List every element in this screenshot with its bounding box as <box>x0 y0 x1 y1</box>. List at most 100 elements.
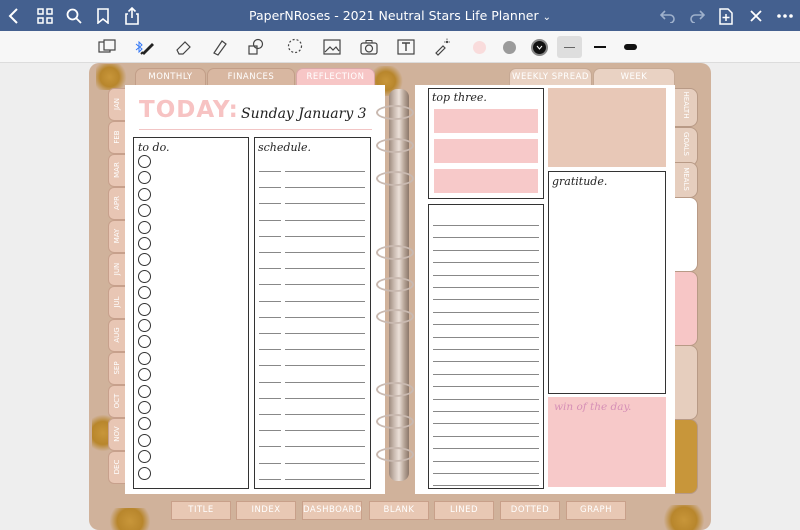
read-mode-icon[interactable] <box>96 36 118 58</box>
schedule-entry-line[interactable] <box>285 284 365 286</box>
todo-checkbox[interactable] <box>138 368 151 382</box>
tab-dashboard[interactable]: DASHBOARD <box>302 501 362 520</box>
schedule-time-line[interactable] <box>259 349 281 351</box>
tab-graph[interactable]: GRAPH <box>566 501 626 520</box>
notes-line[interactable] <box>433 237 539 239</box>
tab-reflection[interactable]: REFLECTION <box>296 68 375 86</box>
tab-title[interactable]: TITLE <box>171 501 231 520</box>
image-icon[interactable] <box>321 36 343 58</box>
tab-weekly-spread[interactable]: WEEKLY SPREAD <box>509 68 592 86</box>
todo-checkbox[interactable] <box>138 269 151 283</box>
todo-checkbox[interactable] <box>138 302 151 316</box>
notes-line[interactable] <box>433 423 539 425</box>
todo-checkbox[interactable] <box>138 384 151 398</box>
tab-lined[interactable]: LINED <box>434 501 494 520</box>
schedule-entry-line[interactable] <box>285 252 365 253</box>
todo-checkbox[interactable] <box>138 253 151 267</box>
todo-checkbox[interactable] <box>138 187 151 201</box>
month-tab-nov[interactable]: NOV <box>108 418 126 451</box>
schedule-time-line[interactable] <box>259 478 281 480</box>
side-tab-blank-tan[interactable] <box>674 345 698 420</box>
tab-blank[interactable]: BLANK <box>369 501 429 520</box>
laser-pointer-icon[interactable] <box>431 36 453 58</box>
side-tab-meals[interactable]: MEALS <box>674 162 698 198</box>
schedule-time-line[interactable] <box>259 397 281 399</box>
month-tab-aug[interactable]: AUG <box>108 319 126 352</box>
pen-tool-icon[interactable] <box>137 36 159 58</box>
stroke-thick[interactable] <box>619 36 641 58</box>
schedule-time-line[interactable] <box>259 187 281 189</box>
redo-icon[interactable] <box>687 6 707 26</box>
todo-checkbox[interactable] <box>138 155 151 168</box>
notes-line[interactable] <box>433 398 539 400</box>
notes-line[interactable] <box>433 373 539 375</box>
schedule-time-line[interactable] <box>259 219 281 221</box>
document-title[interactable]: PaperNRoses - 2021 Neutral Stars Life Pl… <box>0 8 800 23</box>
notes-line[interactable] <box>433 411 539 412</box>
month-tab-jul[interactable]: JUL <box>108 286 126 319</box>
schedule-entry-line[interactable] <box>285 171 365 172</box>
highlighter-icon[interactable] <box>209 36 231 58</box>
color-swatch-gray[interactable] <box>498 36 520 58</box>
schedule-time-line[interactable] <box>259 171 281 172</box>
todo-checkbox[interactable] <box>138 450 151 464</box>
top-three-slot-1[interactable] <box>434 109 538 133</box>
more-icon[interactable] <box>775 6 795 26</box>
todo-checkbox[interactable] <box>138 319 151 332</box>
todo-checkbox[interactable] <box>138 401 151 414</box>
month-tab-sep[interactable]: SEP <box>108 352 126 385</box>
todo-checkbox[interactable] <box>138 237 151 250</box>
side-tab-gold-glitter[interactable] <box>674 419 698 494</box>
month-tab-feb[interactable]: FEB <box>108 121 126 154</box>
notes-line[interactable] <box>433 349 539 350</box>
notes-line[interactable] <box>433 386 539 388</box>
todo-checkbox[interactable] <box>138 286 151 300</box>
schedule-entry-line[interactable] <box>285 349 365 351</box>
schedule-time-line[interactable] <box>259 300 281 302</box>
schedule-time-line[interactable] <box>259 414 281 415</box>
schedule-time-line[interactable] <box>259 235 281 237</box>
schedule-entry-line[interactable] <box>285 219 365 221</box>
schedule-time-line[interactable] <box>259 365 281 367</box>
schedule-time-line[interactable] <box>259 381 281 383</box>
schedule-entry-line[interactable] <box>285 381 365 383</box>
month-tab-apr[interactable]: APR <box>108 187 126 220</box>
color-swatch-pink[interactable] <box>468 36 490 58</box>
notes-line[interactable] <box>433 274 539 276</box>
schedule-entry-line[interactable] <box>285 187 365 189</box>
schedule-time-line[interactable] <box>259 462 281 464</box>
side-tab-blank-pink[interactable] <box>674 271 698 346</box>
notes-line[interactable] <box>433 485 539 487</box>
undo-icon[interactable] <box>658 6 678 26</box>
close-icon[interactable] <box>746 6 766 26</box>
todo-checkbox[interactable] <box>138 204 151 218</box>
schedule-time-line[interactable] <box>259 316 281 318</box>
color-swatch-black-selected[interactable] <box>528 36 550 58</box>
todo-checkbox[interactable] <box>138 220 151 234</box>
schedule-time-line[interactable] <box>259 203 281 205</box>
tab-monthly-plan[interactable]: MONTHLY PLAN <box>135 68 206 98</box>
month-tab-oct[interactable]: OCT <box>108 385 126 418</box>
schedule-entry-line[interactable] <box>285 300 365 302</box>
notes-line[interactable] <box>433 299 539 301</box>
todo-checkbox[interactable] <box>138 351 151 365</box>
schedule-entry-line[interactable] <box>285 478 365 480</box>
schedule-entry-line[interactable] <box>285 397 365 399</box>
schedule-entry-line[interactable] <box>285 430 365 432</box>
camera-icon[interactable] <box>358 36 380 58</box>
text-box-icon[interactable] <box>395 36 417 58</box>
side-tab-health[interactable]: HEALTH <box>674 88 698 127</box>
schedule-entry-line[interactable] <box>285 203 365 205</box>
month-tab-jun[interactable]: JUN <box>108 253 126 286</box>
notes-line[interactable] <box>433 311 539 313</box>
notes-line[interactable] <box>433 225 539 226</box>
lasso-icon[interactable] <box>284 36 306 58</box>
stroke-medium[interactable] <box>589 36 611 58</box>
schedule-entry-line[interactable] <box>285 462 365 464</box>
tab-dotted[interactable]: DOTTED <box>500 501 560 520</box>
side-tab-blank-white[interactable] <box>674 197 698 272</box>
notes-line[interactable] <box>433 336 539 338</box>
tab-week-reflection[interactable]: WEEK REFLECTION <box>593 68 675 98</box>
schedule-entry-line[interactable] <box>285 235 365 237</box>
notes-line[interactable] <box>433 287 539 288</box>
